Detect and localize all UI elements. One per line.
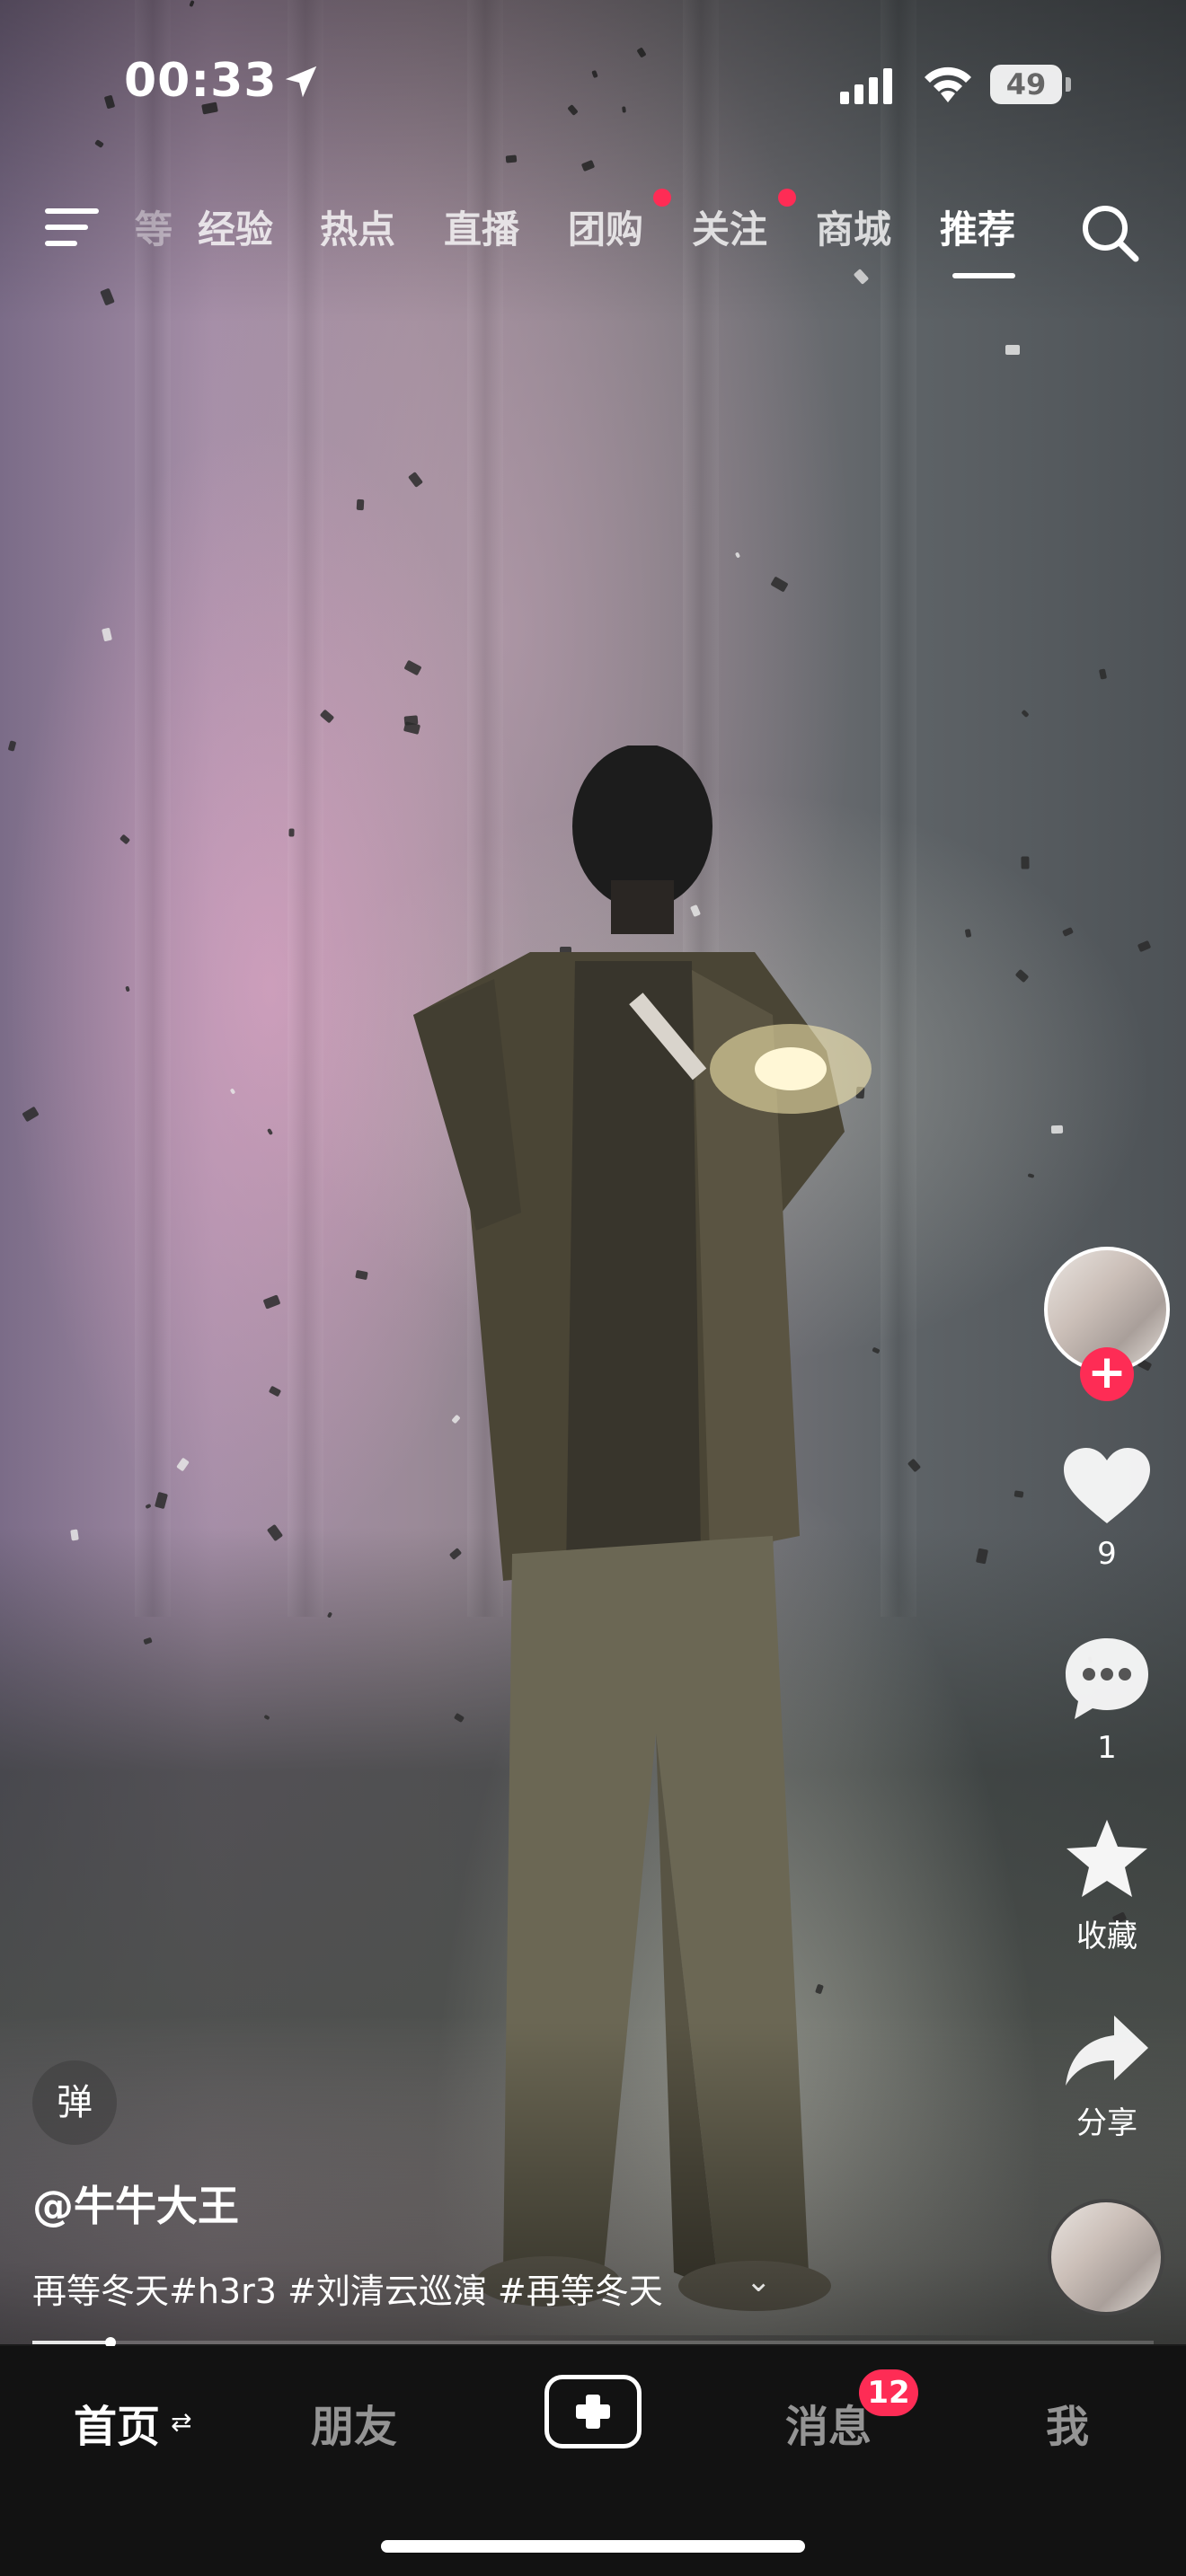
nav-friends[interactable]: 朋友 — [311, 2391, 397, 2454]
expand-caption-icon[interactable]: ⌄ — [746, 2263, 772, 2299]
battery-indicator: 49 — [990, 65, 1062, 104]
confetti-piece — [7, 740, 17, 752]
search-icon[interactable] — [1078, 201, 1143, 266]
notification-dot — [653, 189, 671, 207]
notification-dot — [778, 189, 796, 207]
tab-experience[interactable]: 经验 — [198, 199, 273, 254]
confetti-piece — [1021, 709, 1030, 719]
share-button[interactable]: 分享 — [1044, 2012, 1170, 2142]
confetti-piece — [125, 985, 130, 992]
confetti-piece — [403, 659, 422, 676]
bottom-nav: 首页 ⇄ 朋友 消息 12 我 — [0, 2346, 1186, 2576]
confetti-piece — [356, 498, 365, 511]
share-arrow-icon — [1066, 2016, 1148, 2086]
tab-group-buy[interactable]: 团购 — [568, 199, 643, 254]
clock: 00:33 — [124, 54, 278, 108]
confetti-piece — [262, 1294, 281, 1310]
confetti-piece — [102, 627, 112, 642]
wifi-icon — [925, 66, 971, 102]
location-arrow-icon — [285, 66, 317, 98]
confetti-piece — [964, 929, 972, 938]
nav-messages[interactable]: 消息 — [785, 2391, 872, 2454]
active-tab-indicator — [952, 273, 1015, 278]
message-badge: 12 — [859, 2369, 918, 2416]
confetti-piece — [407, 472, 424, 488]
confetti-piece — [403, 715, 419, 726]
confetti-piece — [1021, 856, 1030, 869]
cellular-signal-icon — [840, 68, 892, 104]
tab-trending[interactable]: 热点 — [320, 199, 395, 254]
confetti-piece — [268, 1385, 282, 1398]
confetti-piece — [1050, 1125, 1064, 1134]
author-name[interactable]: @牛牛大王 — [32, 2174, 239, 2233]
heart-icon — [1064, 1448, 1150, 1523]
confetti-piece — [1098, 668, 1108, 680]
comment-button[interactable]: 1 — [1044, 1635, 1170, 1766]
progress-fill — [32, 2341, 111, 2344]
confetti-piece — [1013, 1490, 1024, 1498]
video-caption[interactable]: 再等冬天#h3r3 #刘清云巡演 #再等冬天 — [32, 2263, 769, 2313]
tab-mall[interactable]: 商城 — [816, 199, 891, 254]
star-icon — [1067, 1820, 1147, 1897]
comment-icon — [1066, 1638, 1148, 1719]
favorite-label: 收藏 — [1076, 1919, 1137, 1954]
video-player[interactable] — [0, 0, 1186, 2344]
like-count: 9 — [1097, 1536, 1117, 1572]
confetti-piece — [288, 828, 295, 837]
home-indicator — [381, 2540, 805, 2553]
top-nav: 等 经验 热点 直播 团购 关注 商城 推荐 — [0, 189, 1186, 278]
tab-recommended[interactable]: 推荐 — [940, 199, 1015, 254]
like-button[interactable]: 9 — [1044, 1446, 1170, 1572]
music-disc[interactable] — [1048, 2199, 1164, 2316]
tab-following[interactable]: 关注 — [692, 199, 767, 254]
nav-me[interactable]: 我 — [1046, 2391, 1089, 2454]
confetti-piece — [1005, 345, 1020, 355]
confetti-piece — [734, 551, 741, 559]
confetti-piece — [119, 834, 131, 845]
confetti-piece — [266, 1127, 274, 1136]
video-progress-bar[interactable] — [32, 2337, 1154, 2348]
nav-home[interactable]: 首页 — [74, 2391, 160, 2454]
create-button[interactable] — [544, 2375, 642, 2448]
refresh-icon[interactable]: ⇄ — [171, 2407, 191, 2437]
tab-partial[interactable]: 等 — [135, 199, 173, 254]
favorite-button[interactable]: 收藏 — [1044, 1816, 1170, 1955]
status-bar: 00:33 49 — [0, 54, 1186, 117]
confetti-piece — [1137, 940, 1152, 953]
confetti-piece — [1014, 968, 1030, 984]
follow-button[interactable]: + — [1080, 1347, 1134, 1401]
confetti-piece — [22, 1106, 40, 1123]
confetti-piece — [229, 1088, 236, 1095]
danmu-toggle-button[interactable]: 弹 — [32, 2060, 117, 2145]
tab-live[interactable]: 直播 — [444, 199, 519, 254]
confetti-piece — [1027, 1173, 1035, 1178]
confetti-piece — [1062, 927, 1074, 937]
comment-count: 1 — [1097, 1730, 1117, 1766]
confetti-piece — [70, 1529, 79, 1541]
confetti-piece — [355, 1269, 368, 1281]
share-label: 分享 — [1076, 2105, 1137, 2141]
confetti-piece — [176, 1457, 190, 1472]
battery-nub — [1066, 77, 1071, 92]
menu-icon[interactable] — [45, 205, 102, 250]
confetti-piece — [770, 576, 789, 593]
